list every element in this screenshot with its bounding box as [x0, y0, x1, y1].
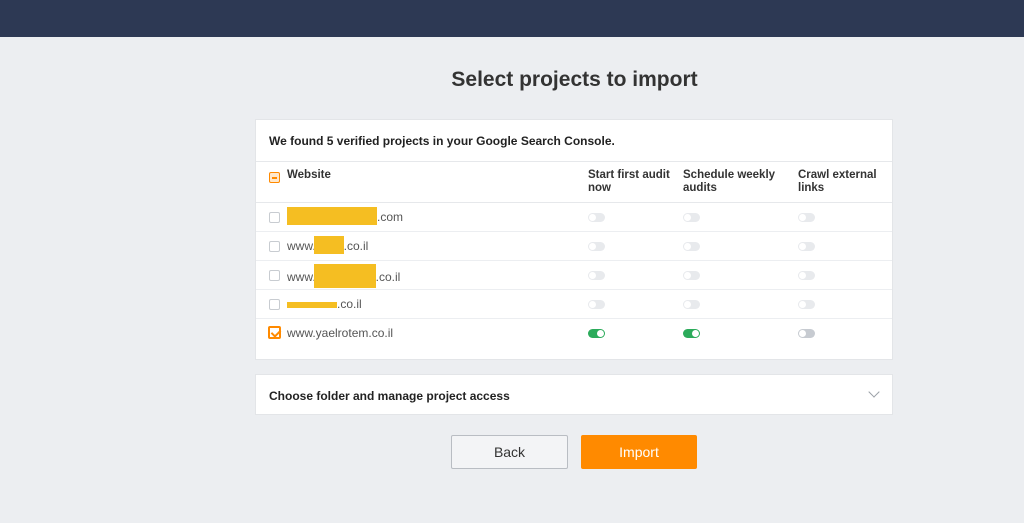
crawl-external-toggle[interactable] — [798, 213, 815, 222]
start-audit-toggle[interactable] — [588, 213, 605, 222]
schedule-weekly-column-header: Schedule weekly audits — [683, 169, 776, 194]
project-checkbox[interactable] — [269, 241, 280, 252]
schedule-weekly-toggle[interactable] — [683, 242, 700, 251]
redacted-text — [287, 206, 377, 225]
table-row: .co.il — [256, 290, 892, 319]
crawl-external-toggle[interactable] — [798, 300, 815, 309]
folder-access-title: Choose folder and manage project access — [269, 389, 510, 403]
start-audit-toggle[interactable] — [588, 300, 605, 309]
page-title: Select projects to import — [451, 68, 698, 91]
crawl-external-toggle[interactable] — [798, 329, 815, 338]
table-row: www. .co.il — [256, 232, 892, 261]
table-row: www.yaelrotem.co.il — [256, 319, 892, 348]
crawl-external-column-header: Crawl external links — [798, 169, 877, 194]
schedule-weekly-toggle[interactable] — [683, 300, 700, 309]
table-row: www. .co.il — [256, 261, 892, 290]
website-column-header: Website — [287, 169, 331, 181]
redacted-text — [287, 301, 337, 308]
table-header: Website Start first audit now Schedule w… — [256, 162, 892, 203]
top-nav-bar — [0, 0, 1024, 37]
schedule-weekly-toggle[interactable] — [683, 213, 700, 222]
crawl-external-toggle[interactable] — [798, 271, 815, 280]
website-name: .com — [287, 206, 403, 225]
schedule-weekly-toggle[interactable] — [683, 329, 700, 338]
folder-access-section[interactable]: Choose folder and manage project access — [255, 374, 893, 415]
found-projects-text: We found 5 verified projects in your Goo… — [256, 120, 892, 162]
start-audit-column-header: Start first audit now — [588, 169, 670, 194]
website-name: www.yaelrotem.co.il — [287, 326, 394, 340]
select-all-checkbox[interactable] — [269, 172, 280, 183]
import-button[interactable]: Import — [581, 435, 697, 469]
chevron-down-icon[interactable] — [868, 386, 880, 398]
project-checkbox[interactable] — [269, 299, 280, 310]
schedule-weekly-toggle[interactable] — [683, 271, 700, 280]
project-checkbox[interactable] — [269, 212, 280, 223]
website-name: www. .co.il — [287, 264, 400, 288]
website-name: .co.il — [287, 297, 362, 311]
back-button[interactable]: Back — [451, 435, 568, 469]
website-name: www. .co.il — [287, 235, 368, 254]
redacted-text — [313, 235, 344, 254]
start-audit-toggle[interactable] — [588, 271, 605, 280]
start-audit-toggle[interactable] — [588, 242, 605, 251]
project-checkbox[interactable] — [268, 326, 281, 339]
redacted-text — [313, 264, 376, 288]
crawl-external-toggle[interactable] — [798, 242, 815, 251]
start-audit-toggle[interactable] — [588, 329, 605, 338]
project-checkbox[interactable] — [269, 270, 280, 281]
projects-card: We found 5 verified projects in your Goo… — [255, 119, 893, 360]
table-row: .com — [256, 203, 892, 232]
